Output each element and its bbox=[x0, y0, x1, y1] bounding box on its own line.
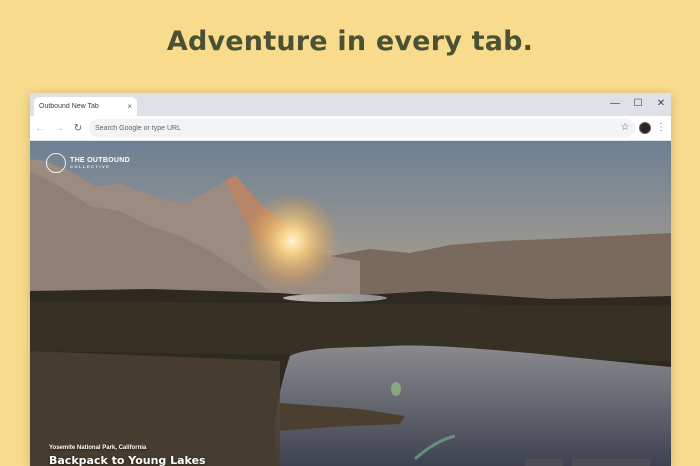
forward-icon[interactable]: → bbox=[52, 121, 66, 135]
maximize-icon[interactable]: ☐ bbox=[628, 96, 648, 110]
mountain-logo-icon bbox=[46, 153, 66, 173]
reload-icon[interactable]: ↻ bbox=[71, 121, 85, 135]
caption-location: Yosemite National Park, California bbox=[49, 445, 147, 451]
toolbar: ← → ↻ ☆ ⋮ bbox=[30, 116, 671, 141]
profile-avatar[interactable] bbox=[639, 122, 651, 134]
minimize-icon[interactable]: — bbox=[605, 96, 625, 110]
search-input[interactable] bbox=[95, 124, 635, 132]
photo-caption[interactable]: Yosemite National Park, California Backp… bbox=[49, 445, 206, 466]
outbound-logo[interactable]: THE OUTBOUND COLLECTIVE bbox=[46, 153, 130, 173]
back-icon[interactable]: ← bbox=[33, 121, 47, 135]
menu-icon[interactable]: ⋮ bbox=[656, 121, 666, 135]
tab-title: Outbound New Tab bbox=[39, 103, 99, 110]
tab-outbound-new-tab[interactable]: Outbound New Tab × bbox=[34, 97, 137, 116]
caption-title[interactable]: Backpack to Young Lakes bbox=[49, 454, 206, 466]
logo-line2: COLLECTIVE bbox=[70, 163, 111, 169]
omnibox[interactable] bbox=[89, 119, 635, 137]
tab-close-icon[interactable]: × bbox=[127, 102, 132, 111]
logo-text: THE OUTBOUND COLLECTIVE bbox=[70, 157, 130, 169]
close-window-icon[interactable]: ✕ bbox=[651, 96, 671, 110]
bookmark-star-icon[interactable]: ☆ bbox=[619, 121, 631, 135]
tab-strip: Outbound New Tab × — ☐ ✕ bbox=[30, 93, 671, 116]
landscape-photo bbox=[30, 141, 671, 466]
new-tab-page: THE OUTBOUND COLLECTIVE Yosemite Nationa… bbox=[30, 141, 671, 466]
headline: Adventure in every tab. bbox=[166, 26, 534, 57]
browser-window: Outbound New Tab × — ☐ ✕ ← → ↻ ☆ ⋮ bbox=[30, 93, 671, 466]
